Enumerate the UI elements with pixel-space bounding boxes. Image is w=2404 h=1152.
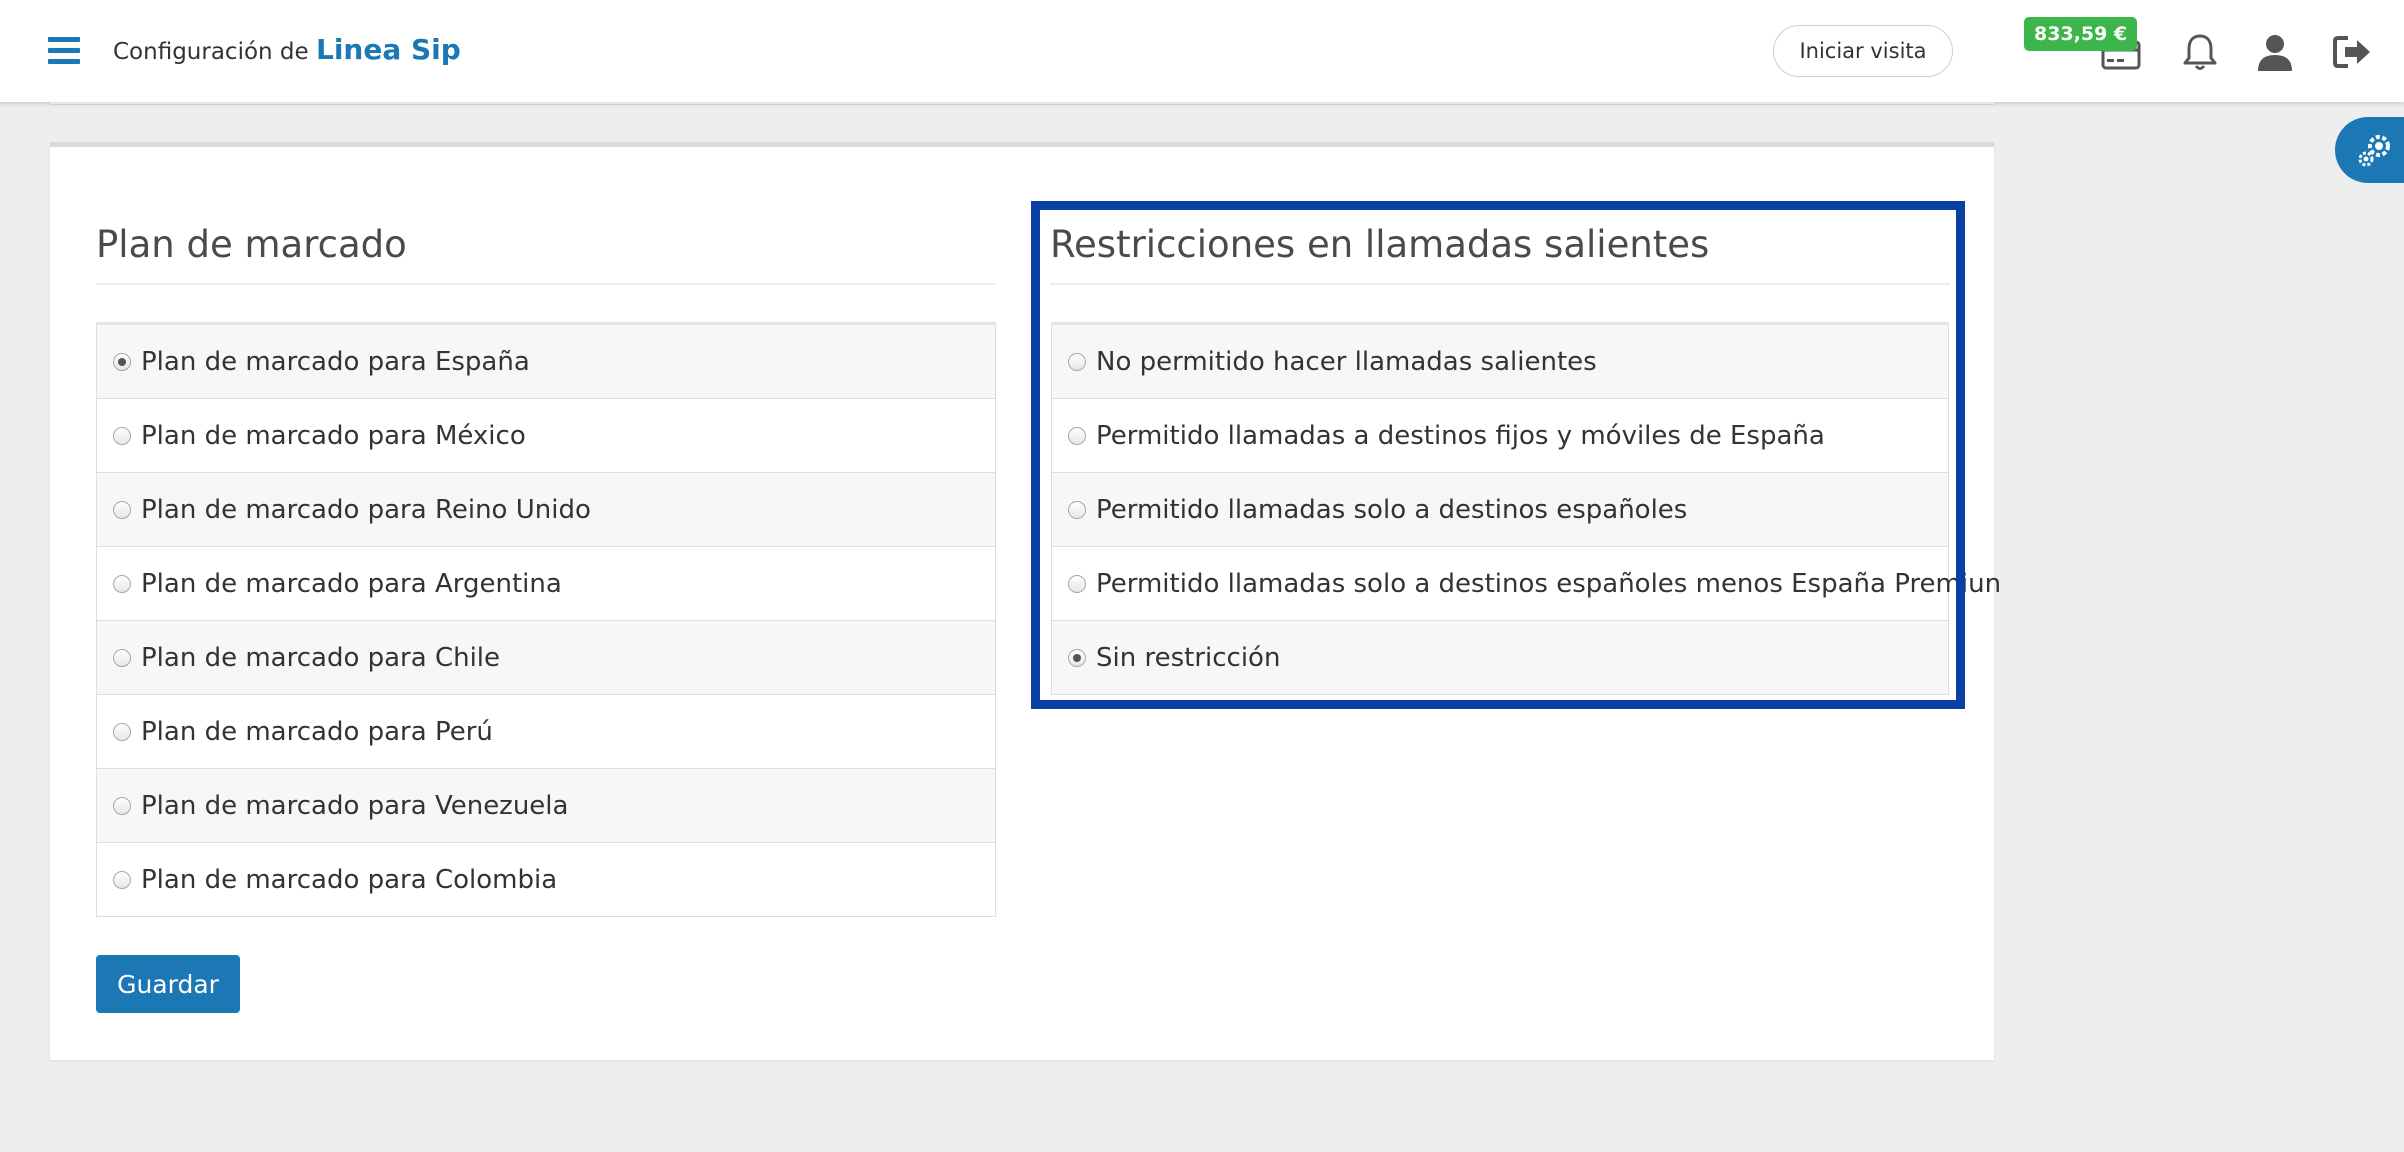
settings-gear-button[interactable] xyxy=(2335,117,2404,183)
dial_plan-option-label: Plan de marcado para Reino Unido xyxy=(141,494,591,525)
dial_plan-option-label: Plan de marcado para España xyxy=(141,346,530,377)
restrictions-option-label: Permitido llamadas solo a destinos españ… xyxy=(1096,494,1688,525)
logout-icon[interactable] xyxy=(2330,30,2374,74)
radio-unchecked-icon[interactable] xyxy=(113,722,131,741)
dial_plan-option[interactable]: Plan de marcado para Chile xyxy=(96,621,996,695)
top-header: Configuración de Linea Sip Iniciar visit… xyxy=(0,0,2404,102)
restrictions-option-label: No permitido hacer llamadas salientes xyxy=(1096,346,1597,377)
page-title-brand: Linea Sip xyxy=(315,33,461,66)
dial_plan-option-label: Plan de marcado para Chile xyxy=(141,642,501,673)
restrictions-options: No permitido hacer llamadas salientes Per… xyxy=(1051,322,2001,695)
dial_plan-option[interactable]: Plan de marcado para Perú xyxy=(96,695,996,769)
menu-icon[interactable] xyxy=(48,37,80,65)
dial-plan-options: Plan de marcado para España Plan de marca… xyxy=(96,322,996,917)
restrictions-option[interactable]: Sin restricción xyxy=(1051,621,1949,695)
radio-unchecked-icon[interactable] xyxy=(113,870,131,889)
dial_plan-option-label: Plan de marcado para Perú xyxy=(141,716,493,747)
restrictions-option[interactable]: Permitido llamadas solo a destinos españ… xyxy=(1051,547,2001,621)
start-visit-button[interactable]: Iniciar visita xyxy=(1773,25,1953,77)
page-title-prefix: Configuración de xyxy=(113,39,309,65)
radio-unchecked-icon[interactable] xyxy=(1068,352,1086,371)
dial-plan-divider xyxy=(96,283,996,285)
radio-unchecked-icon[interactable] xyxy=(113,648,131,667)
radio-unchecked-icon[interactable] xyxy=(1068,574,1086,593)
radio-unchecked-icon[interactable] xyxy=(113,574,131,593)
credit-badge: 833,59 € xyxy=(2024,17,2138,51)
dial_plan-option[interactable]: Plan de marcado para Venezuela xyxy=(96,769,996,843)
radio-checked-icon[interactable] xyxy=(113,352,131,371)
restrictions-option[interactable]: No permitido hacer llamadas salientes xyxy=(1051,325,1949,399)
dial_plan-option[interactable]: Plan de marcado para Argentina xyxy=(96,547,996,621)
bell-icon[interactable] xyxy=(2178,30,2222,74)
radio-unchecked-icon[interactable] xyxy=(1068,500,1086,519)
user-icon[interactable] xyxy=(2253,30,2297,74)
dial_plan-option-label: Plan de marcado para Argentina xyxy=(141,568,562,599)
page-title: Configuración de Linea Sip xyxy=(113,33,461,66)
radio-unchecked-icon[interactable] xyxy=(113,796,131,815)
restrictions-option-label: Sin restricción xyxy=(1096,642,1281,673)
radio-checked-icon[interactable] xyxy=(1068,648,1086,667)
dial_plan-option[interactable]: Plan de marcado para Colombia xyxy=(96,843,996,917)
dial-plan-title: Plan de marcado xyxy=(96,223,407,266)
restrictions-option[interactable]: Permitido llamadas solo a destinos españ… xyxy=(1051,473,1949,547)
dial_plan-option-label: Plan de marcado para México xyxy=(141,420,526,451)
restrictions-option[interactable]: Permitido llamadas a destinos fijos y mó… xyxy=(1051,399,1949,473)
radio-unchecked-icon[interactable] xyxy=(1068,426,1086,445)
radio-unchecked-icon[interactable] xyxy=(113,500,131,519)
dial_plan-option[interactable]: Plan de marcado para España xyxy=(96,325,996,399)
dial_plan-option[interactable]: Plan de marcado para México xyxy=(96,399,996,473)
restrictions-option-label: Permitido llamadas a destinos fijos y mó… xyxy=(1096,420,1825,451)
dial_plan-option-label: Plan de marcado para Venezuela xyxy=(141,790,569,821)
restrictions-option-label: Permitido llamadas solo a destinos españ… xyxy=(1096,568,2002,599)
dial_plan-option[interactable]: Plan de marcado para Reino Unido xyxy=(96,473,996,547)
restrictions-divider xyxy=(1050,283,1950,285)
dial_plan-option-label: Plan de marcado para Colombia xyxy=(141,864,558,895)
radio-unchecked-icon[interactable] xyxy=(113,426,131,445)
restrictions-title: Restricciones en llamadas salientes xyxy=(1050,223,1710,266)
save-button[interactable]: Guardar xyxy=(96,955,240,1013)
gears-icon xyxy=(2358,135,2390,167)
